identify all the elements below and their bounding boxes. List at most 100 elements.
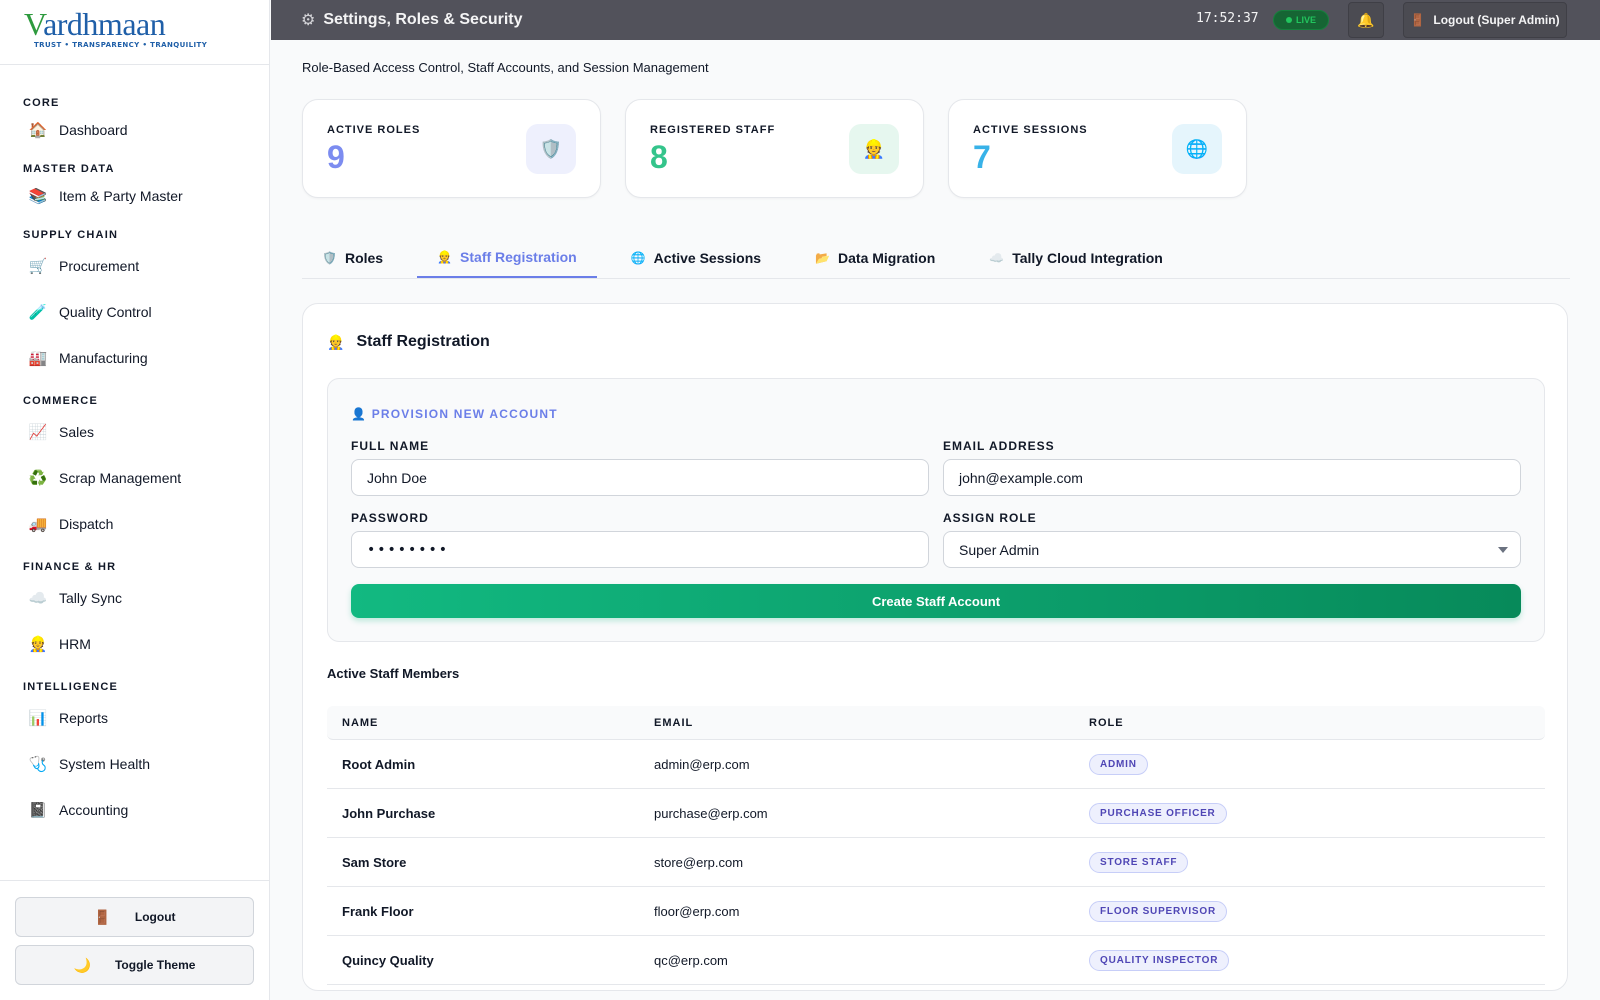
- sidebar-item-sales[interactable]: 📈 Sales: [0, 409, 269, 455]
- table-row[interactable]: Quincy Quality qc@erp.com QUALITY INSPECTO…: [327, 936, 1545, 985]
- provision-account-form: 👤 PROVISION NEW ACCOUNT FULL NAME John D…: [327, 378, 1545, 642]
- top-header: ⚙ Settings, Roles & Security 17:52:37 LI…: [271, 0, 1600, 40]
- sidebar-item-dispatch[interactable]: 🚚 Dispatch: [0, 501, 269, 547]
- staff-role-cell: FLOOR SUPERVISOR: [1089, 900, 1545, 922]
- staff-role-cell: QUALITY INSPECTOR: [1089, 949, 1545, 971]
- notebook-icon: 📓: [28, 802, 48, 819]
- tab-label: Roles: [344, 250, 384, 266]
- tab-label: Data Migration: [838, 250, 936, 266]
- staff-email: store@erp.com: [654, 854, 744, 870]
- tab-active-sessions[interactable]: 🌐 Active Sessions: [611, 238, 781, 278]
- nav-section-title: CORE: [23, 97, 60, 109]
- header-logout-label: Logout (Super Admin): [1433, 13, 1560, 27]
- staff-email: floor@erp.com: [654, 903, 740, 919]
- sidebar-item-tally-sync[interactable]: ☁️ Tally Sync: [0, 575, 269, 621]
- brand-logo[interactable]: Vardhmaan TRUST • TRANSPARENCY • TRANQUI…: [0, 0, 269, 65]
- staff-icon: 👷: [327, 333, 345, 350]
- tab-staff-registration[interactable]: 👷 Staff Registration: [417, 238, 597, 278]
- sidebar-item-dashboard[interactable]: 🏠 Dashboard: [0, 111, 269, 149]
- sidebar-item-label: Dispatch: [59, 516, 114, 532]
- clock: 17:52:37: [1196, 11, 1259, 26]
- email-input[interactable]: john@example.com: [943, 459, 1521, 496]
- assign-role-field: ASSIGN ROLE Super Admin: [943, 511, 1521, 568]
- gear-icon: ⚙: [301, 12, 316, 29]
- recycle-icon: ♻️: [28, 470, 48, 487]
- sidebar-item-procurement[interactable]: 🛒 Procurement: [0, 243, 269, 289]
- table-body: Root Admin admin@erp.com ADMIN John Purchas…: [327, 740, 1545, 985]
- table-row[interactable]: Root Admin admin@erp.com ADMIN: [327, 740, 1545, 789]
- staff-email: purchase@erp.com: [654, 805, 768, 821]
- full-name-label: FULL NAME: [351, 439, 430, 453]
- cart-icon: 🛒: [28, 258, 48, 275]
- table-row[interactable]: John Purchase purchase@erp.com PURCHASE OF…: [327, 789, 1545, 838]
- staff-role-cell: ADMIN: [1089, 753, 1545, 775]
- form-section-label: 👤 PROVISION NEW ACCOUNT: [351, 407, 558, 421]
- assign-role-select[interactable]: Super Admin: [943, 531, 1521, 568]
- form-row-1: FULL NAME John Doe EMAIL ADDRESS john@ex…: [351, 439, 1521, 496]
- sidebar-logout-button[interactable]: 🚪 Logout: [15, 897, 254, 937]
- nav-section-title: INTELLIGENCE: [23, 681, 119, 693]
- moon-icon: 🌙: [73, 956, 91, 973]
- shield-icon: 🛡️: [322, 251, 337, 265]
- stethoscope-icon: 🩺: [28, 756, 48, 773]
- staff-registration-panel: 👷 Staff Registration 👤 PROVISION NEW ACC…: [302, 303, 1568, 991]
- tab-data-migration[interactable]: 📂 Data Migration: [795, 238, 955, 278]
- toggle-theme-label: Toggle Theme: [114, 958, 196, 972]
- panel-title: Staff Registration: [356, 333, 490, 350]
- staff-table: NAME EMAIL ROLE Root Admin admin@erp.com A…: [327, 706, 1545, 985]
- password-input[interactable]: ••••••••: [351, 531, 929, 568]
- stat-card-active-roles: ACTIVE ROLES 9 🛡️: [302, 99, 601, 198]
- staff-email: admin@erp.com: [654, 756, 750, 772]
- header-logout-button[interactable]: 🚪 Logout (Super Admin): [1403, 2, 1567, 38]
- sidebar-item-quality-control[interactable]: 🧪 Quality Control: [0, 289, 269, 335]
- sidebar-logout-label: Logout: [134, 910, 176, 924]
- sidebar-item-manufacturing[interactable]: 🏭 Manufacturing: [0, 335, 269, 381]
- shield-icon: 🛡️: [526, 124, 576, 174]
- tab-label: Staff Registration: [460, 249, 577, 265]
- tab-tally-cloud-integration[interactable]: ☁️ Tally Cloud Integration: [969, 238, 1183, 278]
- sidebar-item-label: Tally Sync: [59, 590, 123, 606]
- nav-section-title: FINANCE & HR: [23, 561, 117, 573]
- table-row[interactable]: Frank Floor floor@erp.com FLOOR SUPERVISOR: [327, 887, 1545, 936]
- sidebar-item-system-health[interactable]: 🩺 System Health: [0, 741, 269, 787]
- chevron-down-icon: [1498, 547, 1508, 553]
- sidebar-item-label: HRM: [59, 636, 91, 652]
- staff-name: Frank Floor: [342, 903, 414, 919]
- door-icon: 🚪: [1410, 13, 1426, 27]
- sidebar-item-accounting[interactable]: 📓 Accounting: [0, 787, 269, 833]
- door-icon: 🚪: [93, 908, 111, 925]
- main-content: Role-Based Access Control, Staff Account…: [302, 40, 1570, 991]
- table-row[interactable]: Sam Store store@erp.com STORE STAFF: [327, 838, 1545, 887]
- books-icon: 📚: [28, 188, 48, 205]
- sidebar-item-label: Reports: [59, 710, 109, 726]
- sidebar-item-item-party-master[interactable]: 📚 Item & Party Master: [0, 177, 269, 215]
- cloud-icon: ☁️: [989, 251, 1005, 265]
- table-header: NAME EMAIL ROLE: [327, 706, 1545, 740]
- full-name-input[interactable]: John Doe: [351, 459, 929, 496]
- sidebar: Vardhmaan TRUST • TRANSPARENCY • TRANQUI…: [0, 0, 270, 1000]
- sidebar-item-scrap-management[interactable]: ♻️ Scrap Management: [0, 455, 269, 501]
- tab-roles[interactable]: 🛡️ Roles: [302, 238, 403, 278]
- cloud-icon: ☁️: [28, 590, 48, 607]
- staff-name: Root Admin: [342, 756, 416, 772]
- email-field: EMAIL ADDRESS john@example.com: [943, 439, 1521, 496]
- nav-section-title: MASTER DATA: [23, 163, 115, 175]
- staff-icon: 👷: [437, 250, 453, 264]
- staff-name: John Purchase: [342, 805, 436, 821]
- nav-section-title: SUPPLY CHAIN: [23, 229, 119, 241]
- sidebar-item-reports[interactable]: 📊 Reports: [0, 695, 269, 741]
- page-subtitle: Role-Based Access Control, Staff Account…: [302, 60, 709, 75]
- assign-role-label: ASSIGN ROLE: [943, 511, 1037, 525]
- role-badge: QUALITY INSPECTOR: [1089, 949, 1230, 971]
- sidebar-footer: 🚪 Logout 🌙 Toggle Theme: [0, 880, 269, 1000]
- nav-section-title: COMMERCE: [23, 395, 98, 407]
- create-staff-account-button[interactable]: Create Staff Account: [351, 584, 1521, 618]
- sidebar-item-hrm[interactable]: 👷 HRM: [0, 621, 269, 667]
- brand-name: Vardhmaan: [24, 6, 166, 42]
- full-name-field: FULL NAME John Doe: [351, 439, 929, 496]
- sidebar-item-label: Dashboard: [59, 122, 128, 138]
- tab-label: Tally Cloud Integration: [1012, 250, 1163, 266]
- notifications-button[interactable]: 🔔: [1348, 2, 1384, 38]
- toggle-theme-button[interactable]: 🌙 Toggle Theme: [15, 945, 254, 985]
- staff-icon: 👷: [849, 124, 899, 174]
